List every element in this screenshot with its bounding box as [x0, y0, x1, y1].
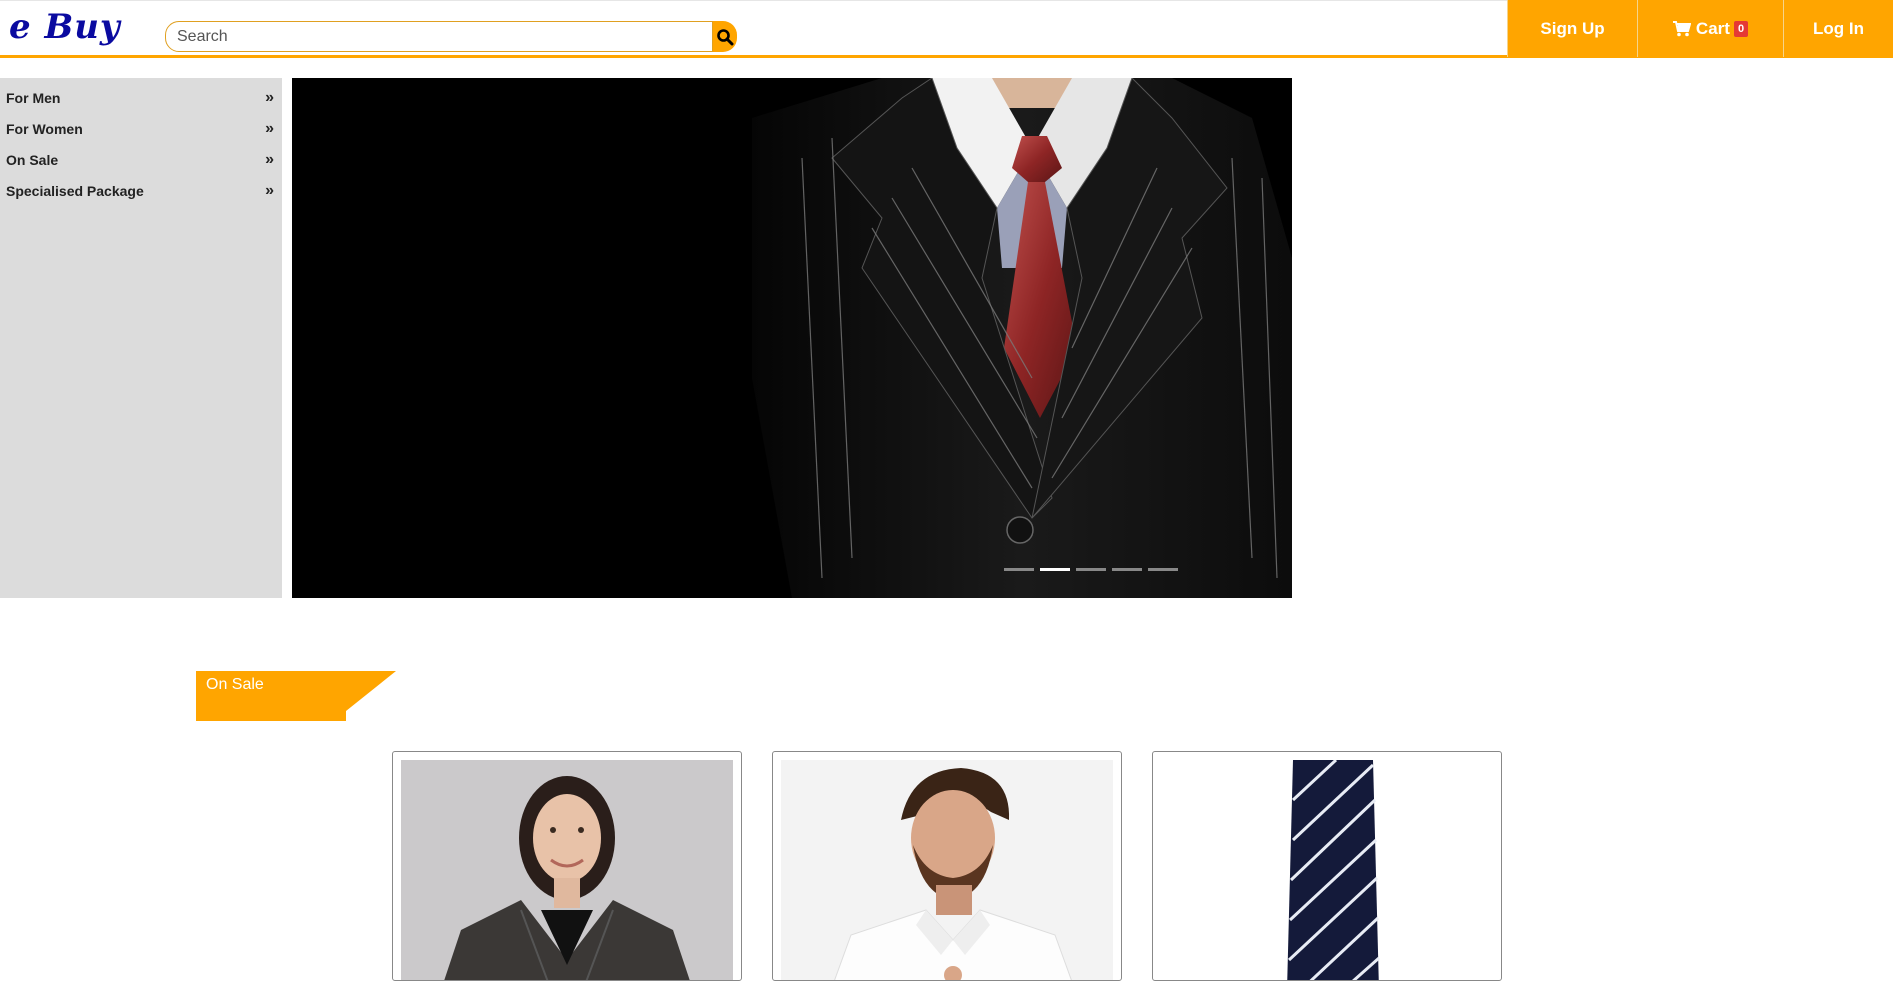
double-chevron-right-icon: »: [265, 88, 274, 106]
login-button[interactable]: Log In: [1783, 0, 1893, 57]
double-chevron-right-icon: »: [265, 119, 274, 137]
product-image-man-white-shirt[interactable]: [781, 760, 1113, 980]
sidebar-item-label: On Sale: [6, 151, 59, 168]
site-logo[interactable]: e Buy: [9, 7, 121, 47]
product-card[interactable]: [1152, 751, 1502, 981]
header-nav: Sign Up Cart 0 Log In: [1507, 0, 1893, 57]
sidebar-item-specialised-package[interactable]: Specialised Package »: [0, 175, 282, 206]
signup-label: Sign Up: [1540, 18, 1605, 38]
cart-icon: [1672, 20, 1691, 36]
hero-carousel[interactable]: [292, 78, 1292, 598]
carousel-indicator[interactable]: [1112, 568, 1142, 571]
cart-button[interactable]: Cart 0: [1637, 0, 1783, 57]
search-input[interactable]: [165, 21, 713, 52]
section-title-on-sale: On Sale: [206, 676, 264, 693]
sidebar-item-on-sale[interactable]: On Sale »: [0, 144, 282, 175]
sidebar-item-for-men[interactable]: For Men »: [0, 82, 282, 113]
product-image-woman-blazer[interactable]: [401, 760, 733, 980]
sidebar-item-label: For Women: [6, 120, 83, 137]
search-bar: [165, 21, 737, 52]
search-button[interactable]: [713, 21, 737, 52]
site-header: e Buy Sign Up Cart 0 Log In: [0, 0, 1893, 58]
double-chevron-right-icon: »: [265, 150, 274, 168]
carousel-indicator[interactable]: [1076, 568, 1106, 571]
cart-label: Cart: [1695, 18, 1730, 38]
sidebar-item-for-women[interactable]: For Women »: [0, 113, 282, 144]
cart-count-badge: 0: [1733, 20, 1749, 37]
carousel-indicator[interactable]: [1004, 568, 1034, 571]
category-sidebar: For Men » For Women » On Sale » Speciali…: [0, 78, 282, 598]
suit-red-tie-image: [752, 78, 1292, 598]
login-label: Log In: [1813, 18, 1864, 38]
carousel-indicator[interactable]: [1148, 568, 1178, 571]
carousel-indicators: [1004, 568, 1178, 571]
signup-button[interactable]: Sign Up: [1507, 0, 1637, 57]
double-chevron-right-icon: »: [265, 181, 274, 199]
product-image-striped-navy-tie[interactable]: [1161, 760, 1493, 980]
carousel-indicator-active[interactable]: [1040, 568, 1070, 571]
sidebar-item-label: Specialised Package: [6, 182, 144, 199]
product-card[interactable]: [772, 751, 1122, 981]
search-icon: [717, 28, 734, 45]
sidebar-item-label: For Men: [6, 89, 61, 106]
product-card[interactable]: [392, 751, 742, 981]
